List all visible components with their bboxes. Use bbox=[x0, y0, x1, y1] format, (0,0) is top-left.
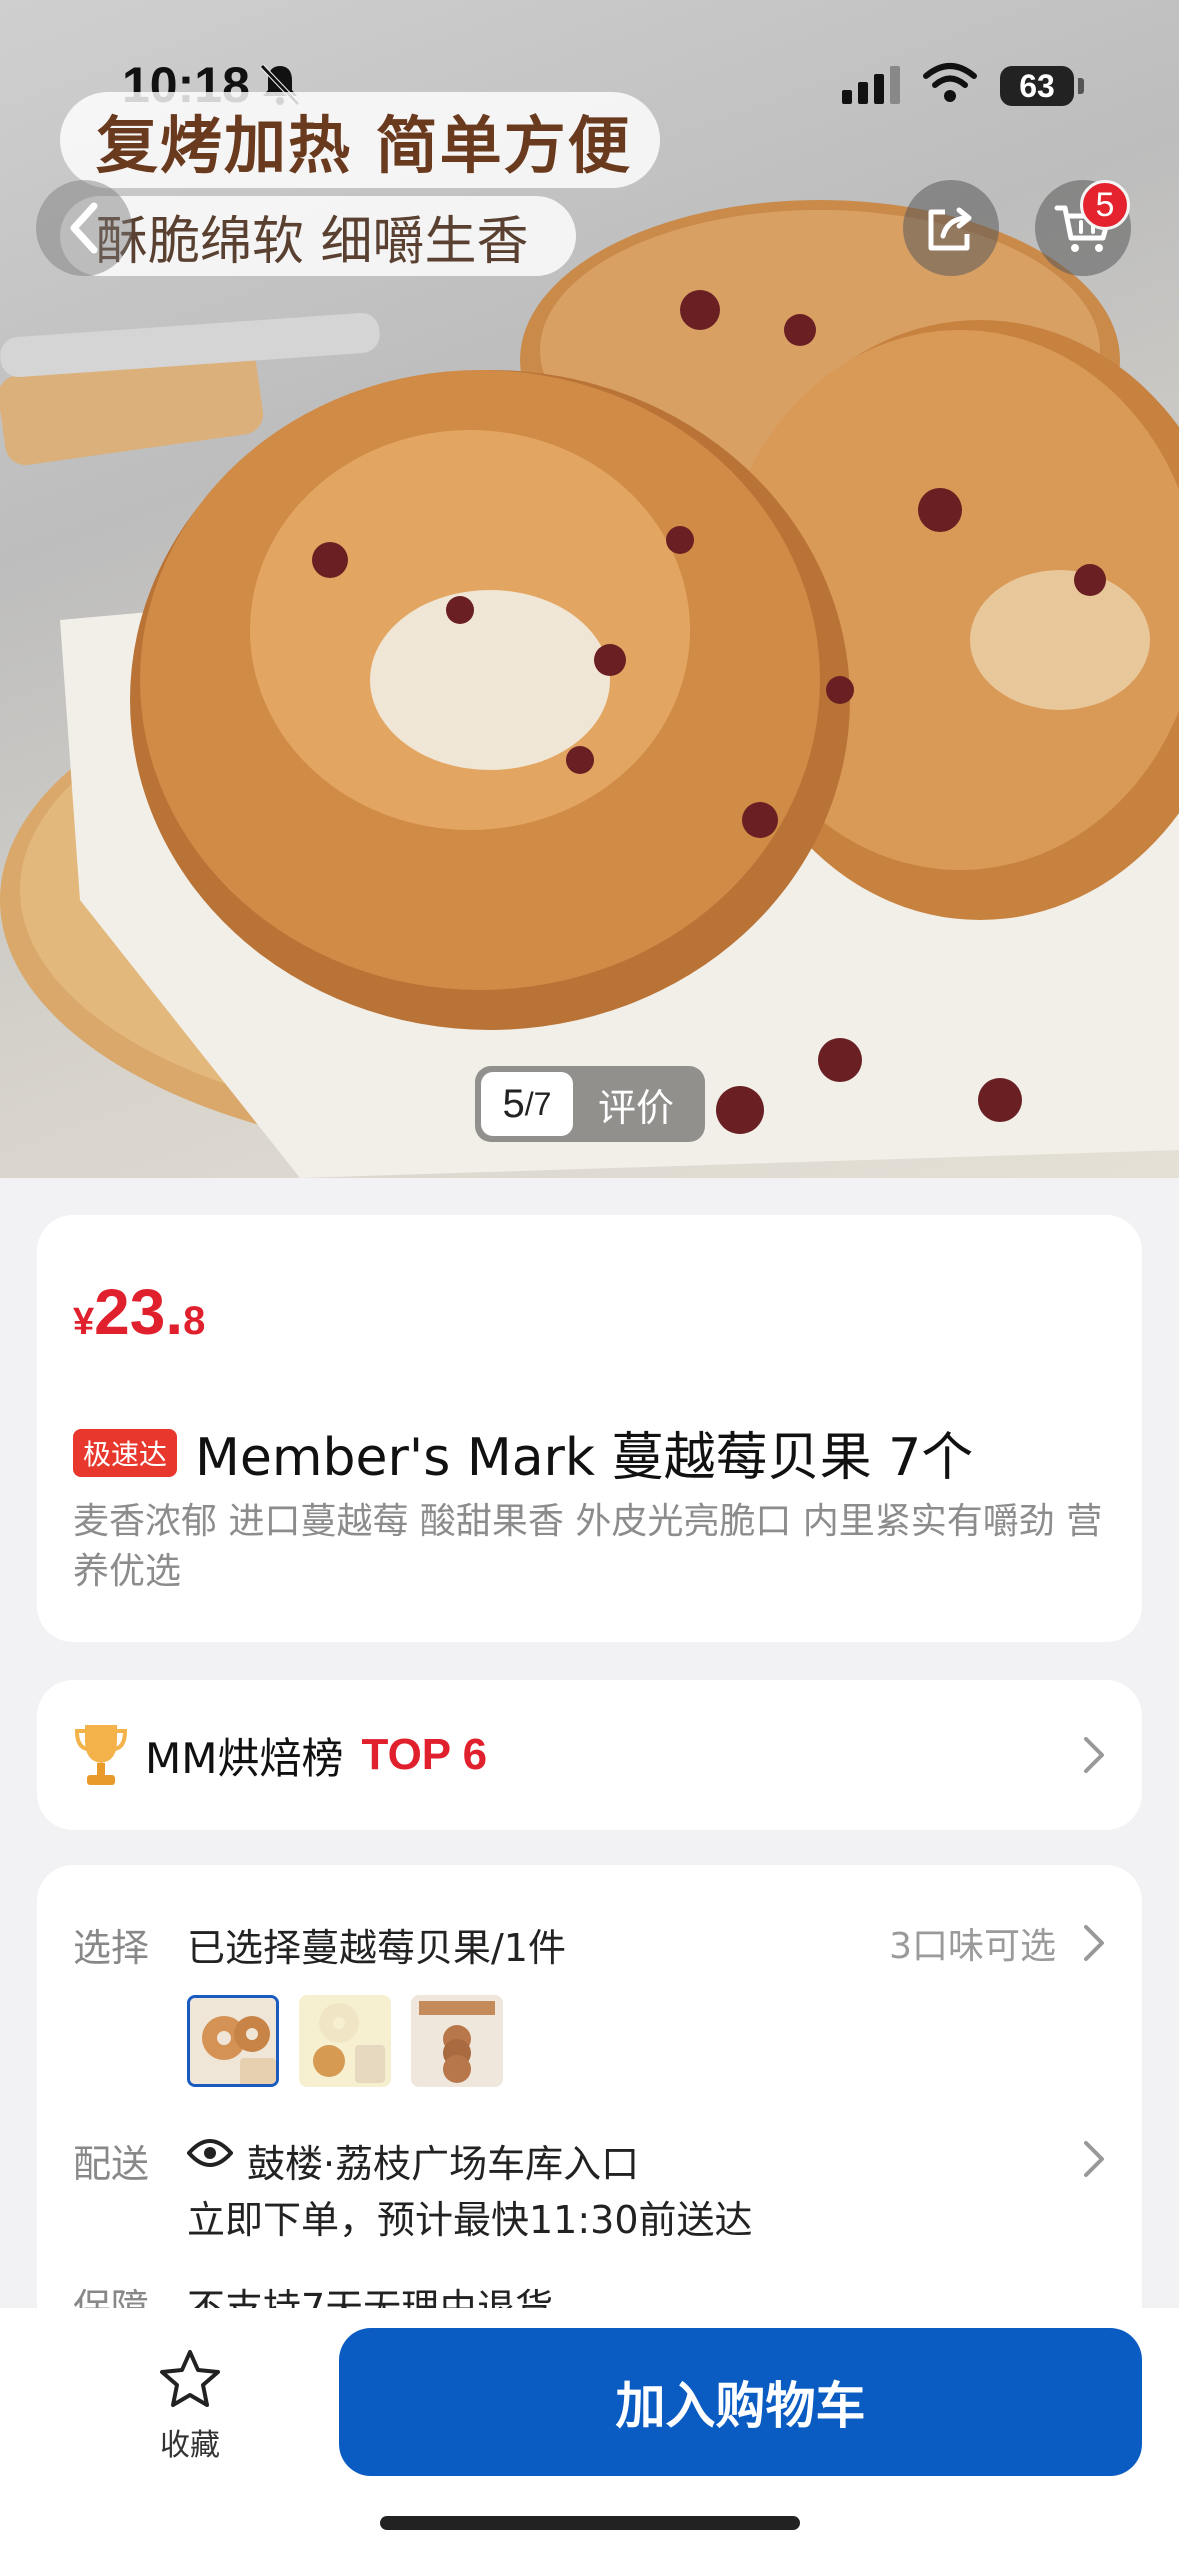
promo-banner: 复烤加热 简单方便 bbox=[60, 92, 660, 188]
price-integer: 23. bbox=[94, 1276, 184, 1348]
ranking-card[interactable]: MM烘焙榜 TOP 6 bbox=[37, 1680, 1142, 1830]
flavor-count-hint: 3口味可选 bbox=[889, 1926, 1056, 1967]
price-currency: ¥ bbox=[73, 1301, 95, 1343]
favorite-button[interactable]: 收藏 bbox=[140, 2348, 240, 2464]
home-indicator bbox=[380, 2516, 800, 2530]
battery-indicator: 63 bbox=[1000, 66, 1074, 106]
price: ¥23.8 bbox=[73, 1275, 205, 1349]
bagel-thumbnail-image bbox=[190, 1998, 276, 2084]
chevron-right-icon bbox=[1084, 2141, 1104, 2177]
page-count: 5 /7 bbox=[481, 1072, 573, 1136]
signal-icon bbox=[842, 66, 900, 104]
promo-subtitle: 酥脆绵软 细嚼生香 bbox=[60, 196, 576, 276]
page-current: 5 bbox=[502, 1081, 525, 1126]
chevron-right-icon bbox=[1084, 1925, 1104, 1961]
delivery-time: 立即下单，预计最快11:30前送达 bbox=[187, 2198, 753, 2242]
chevron-left-icon bbox=[70, 202, 98, 254]
select-value: 已选择蔓越莓贝果/1件 bbox=[187, 1926, 566, 1970]
ranking-position: TOP 6 bbox=[361, 1730, 488, 1779]
product-title-row: 极速达 Member's Mark 蔓越莓贝果 7个 bbox=[73, 1415, 973, 1490]
price-decimal: 8 bbox=[183, 1299, 206, 1343]
bagel-thumbnail-image bbox=[299, 1995, 391, 2087]
eye-icon bbox=[187, 2139, 233, 2167]
delivery-label: 配送 bbox=[73, 2142, 150, 2186]
chevron-right-icon bbox=[1084, 1737, 1104, 1773]
page-total: /7 bbox=[524, 1085, 552, 1122]
share-icon bbox=[928, 207, 972, 251]
product-image-carousel[interactable]: 10:18 63 复烤加热 简单方便 酥脆绵软 细嚼生香 5 5 /7 评价 bbox=[0, 0, 1179, 1178]
product-title: Member's Mark 蔓越莓贝果 7个 bbox=[195, 1428, 974, 1488]
select-label: 选择 bbox=[73, 1926, 150, 1970]
back-button[interactable] bbox=[36, 180, 132, 276]
battery-cap bbox=[1078, 78, 1084, 94]
image-page-indicator: 5 /7 评价 bbox=[475, 1066, 705, 1142]
product-description: 麦香浓郁 进口蔓越莓 酸甜果香 外皮光亮脆口 内里紧实有嚼劲 营养优选 bbox=[73, 1501, 1103, 1592]
variant-thumbnail[interactable] bbox=[299, 1995, 391, 2087]
share-button[interactable] bbox=[903, 180, 999, 276]
review-link[interactable]: 评价 bbox=[573, 1077, 699, 1132]
ranking-label: MM烘焙榜 bbox=[145, 1733, 344, 1783]
product-info-card: ¥23.8 极速达 Member's Mark 蔓越莓贝果 7个 麦香浓郁 进口… bbox=[37, 1215, 1142, 1642]
delivery-address: 鼓楼·荔枝广场车库入口 bbox=[247, 2142, 640, 2186]
star-icon bbox=[160, 2350, 220, 2407]
variant-thumbnail-selected[interactable] bbox=[187, 1995, 279, 2087]
trophy-icon bbox=[74, 1725, 128, 1785]
favorite-label: 收藏 bbox=[160, 2428, 220, 2463]
express-delivery-tag: 极速达 bbox=[73, 1428, 178, 1477]
add-to-cart-button[interactable]: 加入购物车 bbox=[339, 2328, 1142, 2476]
bagel-thumbnail-image bbox=[411, 1995, 503, 2087]
cart-count-badge: 5 bbox=[1080, 180, 1130, 230]
wifi-icon bbox=[923, 63, 977, 102]
variant-thumbnail[interactable] bbox=[411, 1995, 503, 2087]
